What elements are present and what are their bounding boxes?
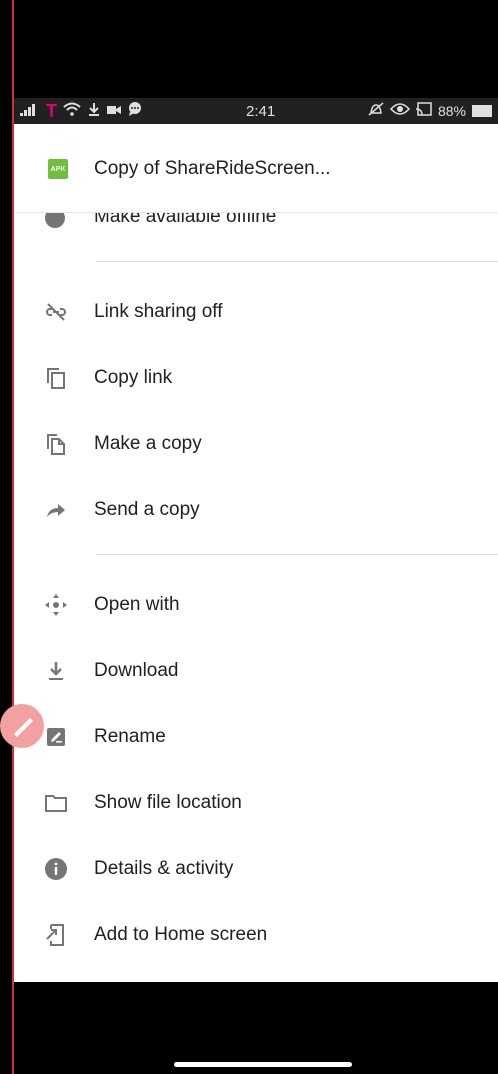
copy-icon xyxy=(44,366,68,390)
rename-pencil-icon xyxy=(44,725,68,749)
edit-fab[interactable] xyxy=(0,704,44,748)
add-to-home-icon xyxy=(44,923,68,947)
home-indicator[interactable] xyxy=(174,1062,352,1067)
menu-item-label: Details & activity xyxy=(94,858,234,879)
menu-item-link-sharing-off[interactable]: Link sharing off xyxy=(14,284,498,340)
menu-divider xyxy=(96,554,498,555)
info-icon xyxy=(44,857,68,881)
link-off-icon xyxy=(44,300,68,324)
menu-item-rename[interactable]: Rename xyxy=(14,709,498,765)
video-icon xyxy=(107,103,121,119)
apk-file-icon: APK xyxy=(48,159,68,179)
menu-item-send-a-copy[interactable]: Send a copy xyxy=(14,482,498,538)
cast-icon xyxy=(415,102,432,119)
download-icon xyxy=(44,659,68,683)
file-name: Copy of ShareRideScreen... xyxy=(94,158,331,179)
document-copy-icon xyxy=(44,432,68,456)
folder-icon xyxy=(44,791,68,815)
status-bar: T 2:41 88% xyxy=(14,98,498,124)
menu-item-show-file-location[interactable]: Show file location xyxy=(14,775,498,831)
menu-item-label: Make a copy xyxy=(94,433,202,454)
menu-item-open-with[interactable]: Open with xyxy=(14,577,498,633)
sheet-header: APK Copy of ShareRideScreen... xyxy=(14,124,498,213)
menu-item-label: Send a copy xyxy=(94,499,200,520)
menu-item-label: Download xyxy=(94,660,179,681)
status-right-icons: 88% xyxy=(368,102,492,119)
chat-icon xyxy=(127,102,143,119)
menu-item-label: Open with xyxy=(94,594,180,615)
status-left-icons: T xyxy=(20,100,143,121)
carrier-logo: T xyxy=(46,100,57,121)
wifi-icon xyxy=(63,102,81,119)
menu-item-label: Copy link xyxy=(94,367,173,388)
menu-item-label: Rename xyxy=(94,726,166,747)
bottom-sheet: APK Copy of ShareRideScreen... Make avai… xyxy=(14,124,498,982)
menu-divider xyxy=(96,261,498,262)
mute-icon xyxy=(368,102,384,119)
signal-icon xyxy=(20,102,40,119)
status-time: 2:41 xyxy=(246,103,276,120)
menu-item-make-a-copy[interactable]: Make a copy xyxy=(14,416,498,472)
menu-item-label: Show file location xyxy=(94,792,242,813)
move-arrows-icon xyxy=(44,593,68,617)
menu-item-details-activity[interactable]: Details & activity xyxy=(14,841,498,897)
battery-percent: 88% xyxy=(437,102,466,119)
download-icon xyxy=(87,102,101,119)
forward-arrow-icon xyxy=(44,498,68,522)
pencil-icon xyxy=(14,718,33,737)
menu-item-copy-link[interactable]: Copy link xyxy=(14,350,498,406)
menu-item-download[interactable]: Download xyxy=(14,643,498,699)
menu-item-add-to-home-screen[interactable]: Add to Home screen xyxy=(14,907,498,963)
battery-icon xyxy=(472,104,492,117)
menu-item-label: Add to Home screen xyxy=(94,924,268,945)
eye-icon xyxy=(389,102,410,119)
menu-item-label: Link sharing off xyxy=(94,301,223,322)
